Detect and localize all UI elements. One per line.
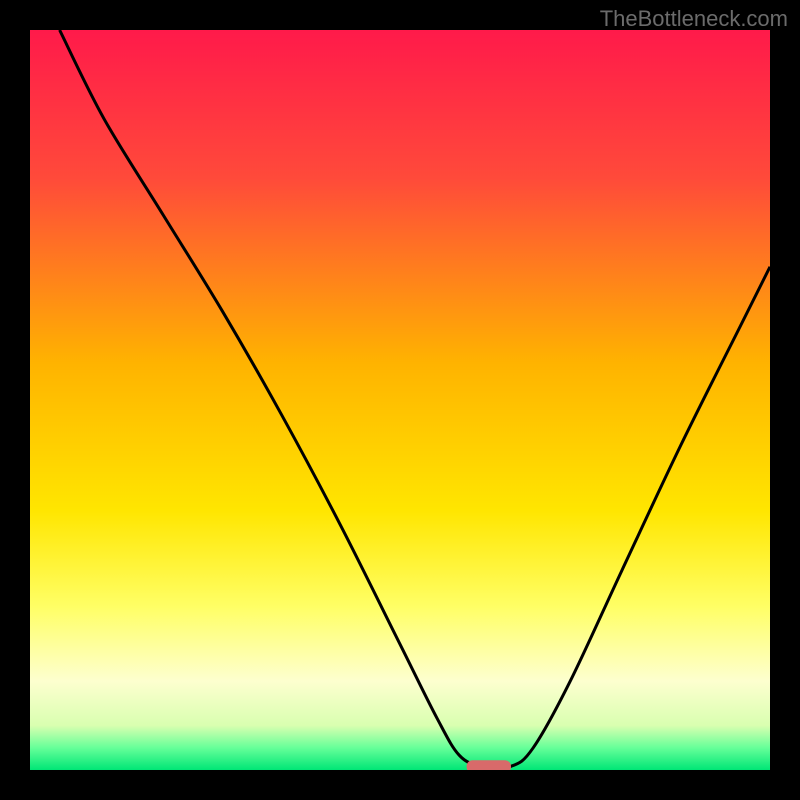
bottleneck-chart: [30, 30, 770, 770]
chart-frame: [30, 30, 770, 770]
optimal-marker: [467, 760, 511, 770]
watermark-text: TheBottleneck.com: [600, 6, 788, 32]
gradient-background: [30, 30, 770, 770]
